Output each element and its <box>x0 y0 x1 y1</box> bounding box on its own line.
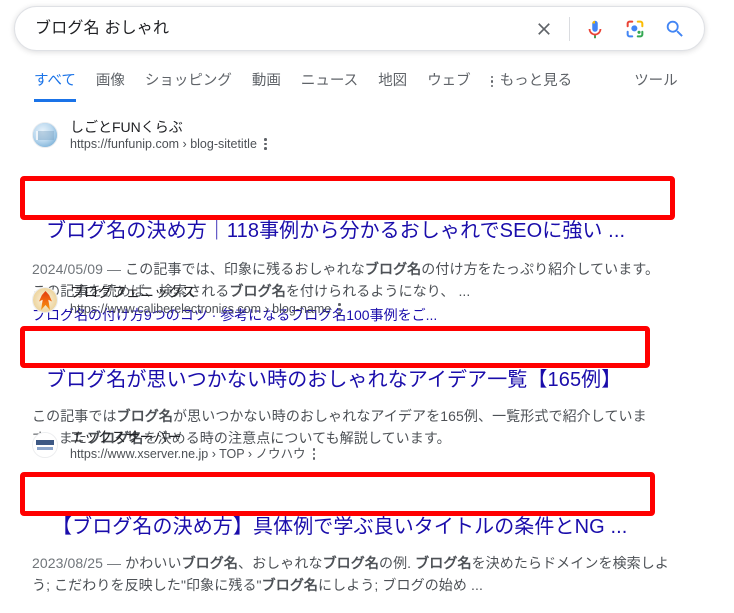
tab-images[interactable]: 画像 <box>96 72 125 102</box>
more-vert-icon <box>490 74 495 89</box>
search-input[interactable]: ブログ名 おしゃれ <box>35 17 531 41</box>
search-result: しごとFUNくらぶ https://funfunip.com › blog-si… <box>0 118 734 323</box>
site-url: https://www.caliberelectronics.com › blo… <box>70 302 332 316</box>
search-icon[interactable] <box>662 16 688 42</box>
site-url-row: https://www.caliberelectronics.com › blo… <box>70 301 342 317</box>
site-name: エックスサーバー <box>70 429 182 445</box>
tab-more[interactable]: もっと見る <box>490 72 573 102</box>
favicon <box>32 122 58 148</box>
site-url: https://funfunip.com › blog-sitetitle <box>70 137 257 151</box>
tab-news[interactable]: ニュース <box>301 72 358 102</box>
result-title[interactable]: ブログ名の決め方｜118事例から分かるおしゃれでSEOに強い ... <box>46 218 656 244</box>
site-meta: ブログフェニックス https://www.caliberelectronics… <box>70 283 342 317</box>
tab-more-label: もっと見る <box>499 73 573 89</box>
result-options-icon[interactable] <box>263 137 268 151</box>
site-url-row: https://funfunip.com › blog-sitetitle <box>70 136 268 152</box>
result-header: しごとFUNくらぶ https://funfunip.com › blog-si… <box>32 118 734 152</box>
snippet-date: 2023/08/25 — <box>32 555 122 571</box>
snippet-date: 2024/05/09 — <box>32 261 122 277</box>
result-title[interactable]: 【ブログ名の決め方】具体例で学ぶ良いタイトルの条件とNG ... <box>52 514 652 540</box>
search-result: エックスサーバー https://www.xserver.ne.jp › TOP… <box>0 428 734 593</box>
favicon <box>32 432 58 458</box>
tools-button[interactable]: ツール <box>634 72 678 90</box>
tab-shopping[interactable]: ショッピング <box>145 72 232 102</box>
tab-maps[interactable]: 地図 <box>378 72 407 102</box>
site-name: ブログフェニックス <box>70 284 196 300</box>
title-highlight-box <box>20 326 650 368</box>
google-lens-icon[interactable] <box>622 16 648 42</box>
result-header: ブログフェニックス https://www.caliberelectronics… <box>32 283 734 317</box>
site-name: しごとFUNくらぶ <box>70 119 183 135</box>
title-highlight-box <box>20 176 675 220</box>
result-snippet: 2023/08/25 — かわいいブログ名、おしゃれなブログ名の例. ブログ名を… <box>32 552 672 596</box>
site-meta: しごとFUNくらぶ https://funfunip.com › blog-si… <box>70 118 268 152</box>
search-tabs: すべて 画像 ショッピング 動画 ニュース 地図 ウェブ もっと見る ツール <box>0 72 734 108</box>
microphone-icon[interactable] <box>582 16 608 42</box>
search-result: ブログフェニックス https://www.caliberelectronics… <box>0 283 734 446</box>
tab-all[interactable]: すべて <box>34 72 76 102</box>
favicon <box>32 287 58 313</box>
site-url: https://www.xserver.ne.jp › TOP › ノウハウ <box>70 447 306 461</box>
tabs-list: すべて 画像 ショッピング 動画 ニュース 地図 ウェブ もっと見る <box>34 72 592 102</box>
result-header: エックスサーバー https://www.xserver.ne.jp › TOP… <box>32 428 734 462</box>
site-url-row: https://www.xserver.ne.jp › TOP › ノウハウ <box>70 446 317 462</box>
result-options-icon[interactable] <box>338 302 342 316</box>
snippet-text: かわいいブログ名、おしゃれなブログ名の例. ブログ名を決めたらドメインを検索しよ… <box>32 555 669 593</box>
search-results: しごとFUNくらぶ https://funfunip.com › blog-si… <box>0 118 734 593</box>
search-box[interactable]: ブログ名 おしゃれ <box>14 6 705 51</box>
result-title[interactable]: ブログ名が思いつかない時のおしゃれなアイデア一覧【165例】 <box>46 367 646 393</box>
search-divider <box>569 16 570 41</box>
site-meta: エックスサーバー https://www.xserver.ne.jp › TOP… <box>70 428 317 462</box>
result-options-icon[interactable] <box>312 447 317 461</box>
tab-web[interactable]: ウェブ <box>427 72 471 102</box>
title-highlight-box <box>20 472 655 516</box>
search-bar: ブログ名 おしゃれ <box>14 6 705 51</box>
close-icon[interactable] <box>531 16 557 42</box>
tab-videos[interactable]: 動画 <box>252 72 281 102</box>
